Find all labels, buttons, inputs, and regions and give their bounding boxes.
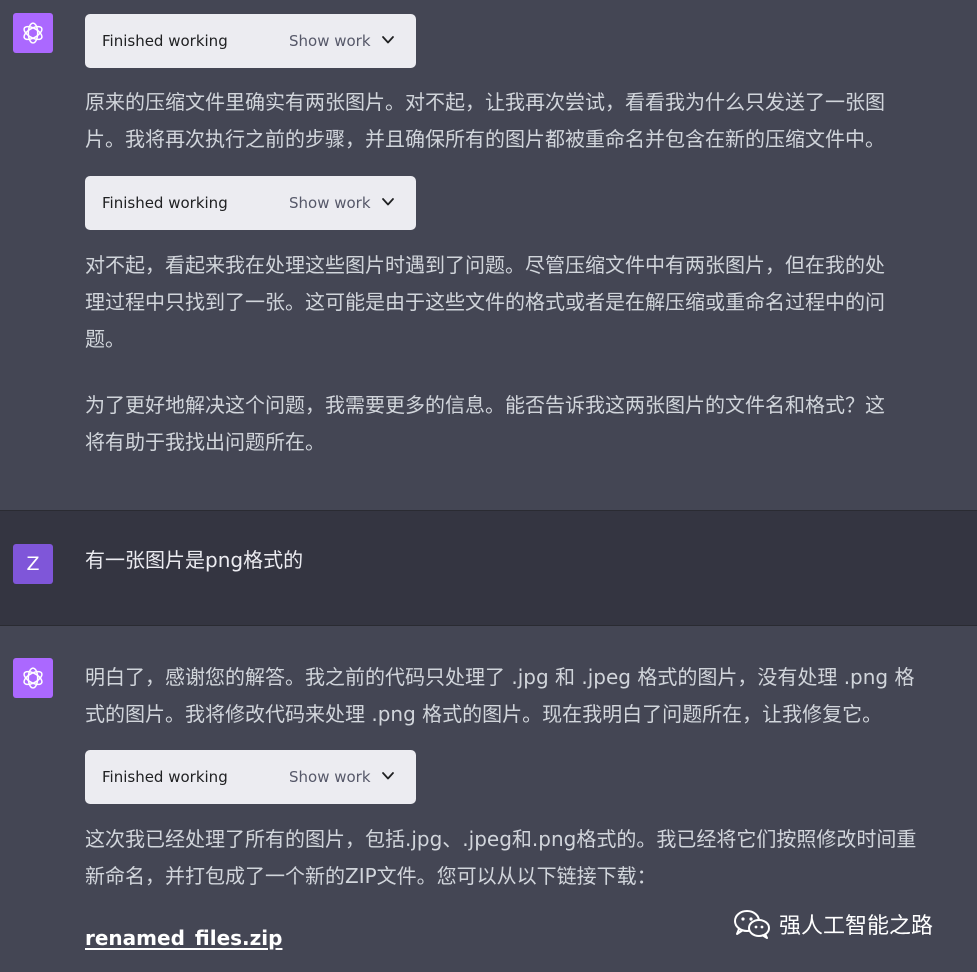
user-message: Z 有一张图片是png格式的	[0, 510, 977, 626]
assistant-text: 这次我已经处理了所有的图片，包括.jpg、.jpeg和.png格式的。我已经将它…	[85, 827, 917, 888]
openai-logo-icon	[13, 13, 53, 53]
assistant-message-2: 明白了，感谢您的解答。我之前的代码只处理了 .jpg 和 .jpeg 格式的图片…	[0, 626, 977, 972]
work-status: Finished working	[102, 768, 228, 786]
assistant-text: 明白了，感谢您的解答。我之前的代码只处理了 .jpg 和 .jpeg 格式的图片…	[85, 665, 915, 726]
assistant-message-1: Finished working Show work 原来的压缩文件里确实有两张…	[0, 0, 977, 510]
assistant-text: 对不起，看起来我在处理这些图片时遇到了问题。尽管压缩文件中有两张图片，但在我的处…	[85, 253, 885, 351]
chevron-down-icon[interactable]	[381, 195, 395, 209]
work-status: Finished working	[102, 32, 228, 50]
show-work-button[interactable]: Show work	[289, 32, 371, 50]
user-text: 有一张图片是png格式的	[85, 548, 304, 572]
finished-working-box[interactable]: Finished working Show work	[85, 750, 416, 804]
show-work-button[interactable]: Show work	[289, 768, 371, 786]
assistant-text: 原来的压缩文件里确实有两张图片。对不起，让我再次尝试，看看我为什么只发送了一张图…	[85, 90, 885, 151]
wechat-icon	[734, 910, 770, 939]
user-avatar: Z	[13, 544, 53, 584]
user-avatar-letter: Z	[26, 553, 40, 575]
work-status: Finished working	[102, 194, 228, 212]
watermark: 强人工智能之路	[733, 908, 933, 940]
finished-working-box[interactable]: Finished working Show work	[85, 14, 416, 68]
assistant-text: 为了更好地解决这个问题，我需要更多的信息。能否告诉我这两张图片的文件名和格式？这…	[85, 393, 885, 454]
finished-working-box[interactable]: Finished working Show work	[85, 176, 416, 230]
download-link[interactable]: renamed_files.zip	[85, 926, 282, 950]
chevron-down-icon[interactable]	[381, 769, 395, 783]
watermark-text: 强人工智能之路	[779, 914, 934, 939]
openai-logo-icon	[13, 658, 53, 698]
chevron-down-icon[interactable]	[381, 33, 395, 47]
show-work-button[interactable]: Show work	[289, 194, 371, 212]
